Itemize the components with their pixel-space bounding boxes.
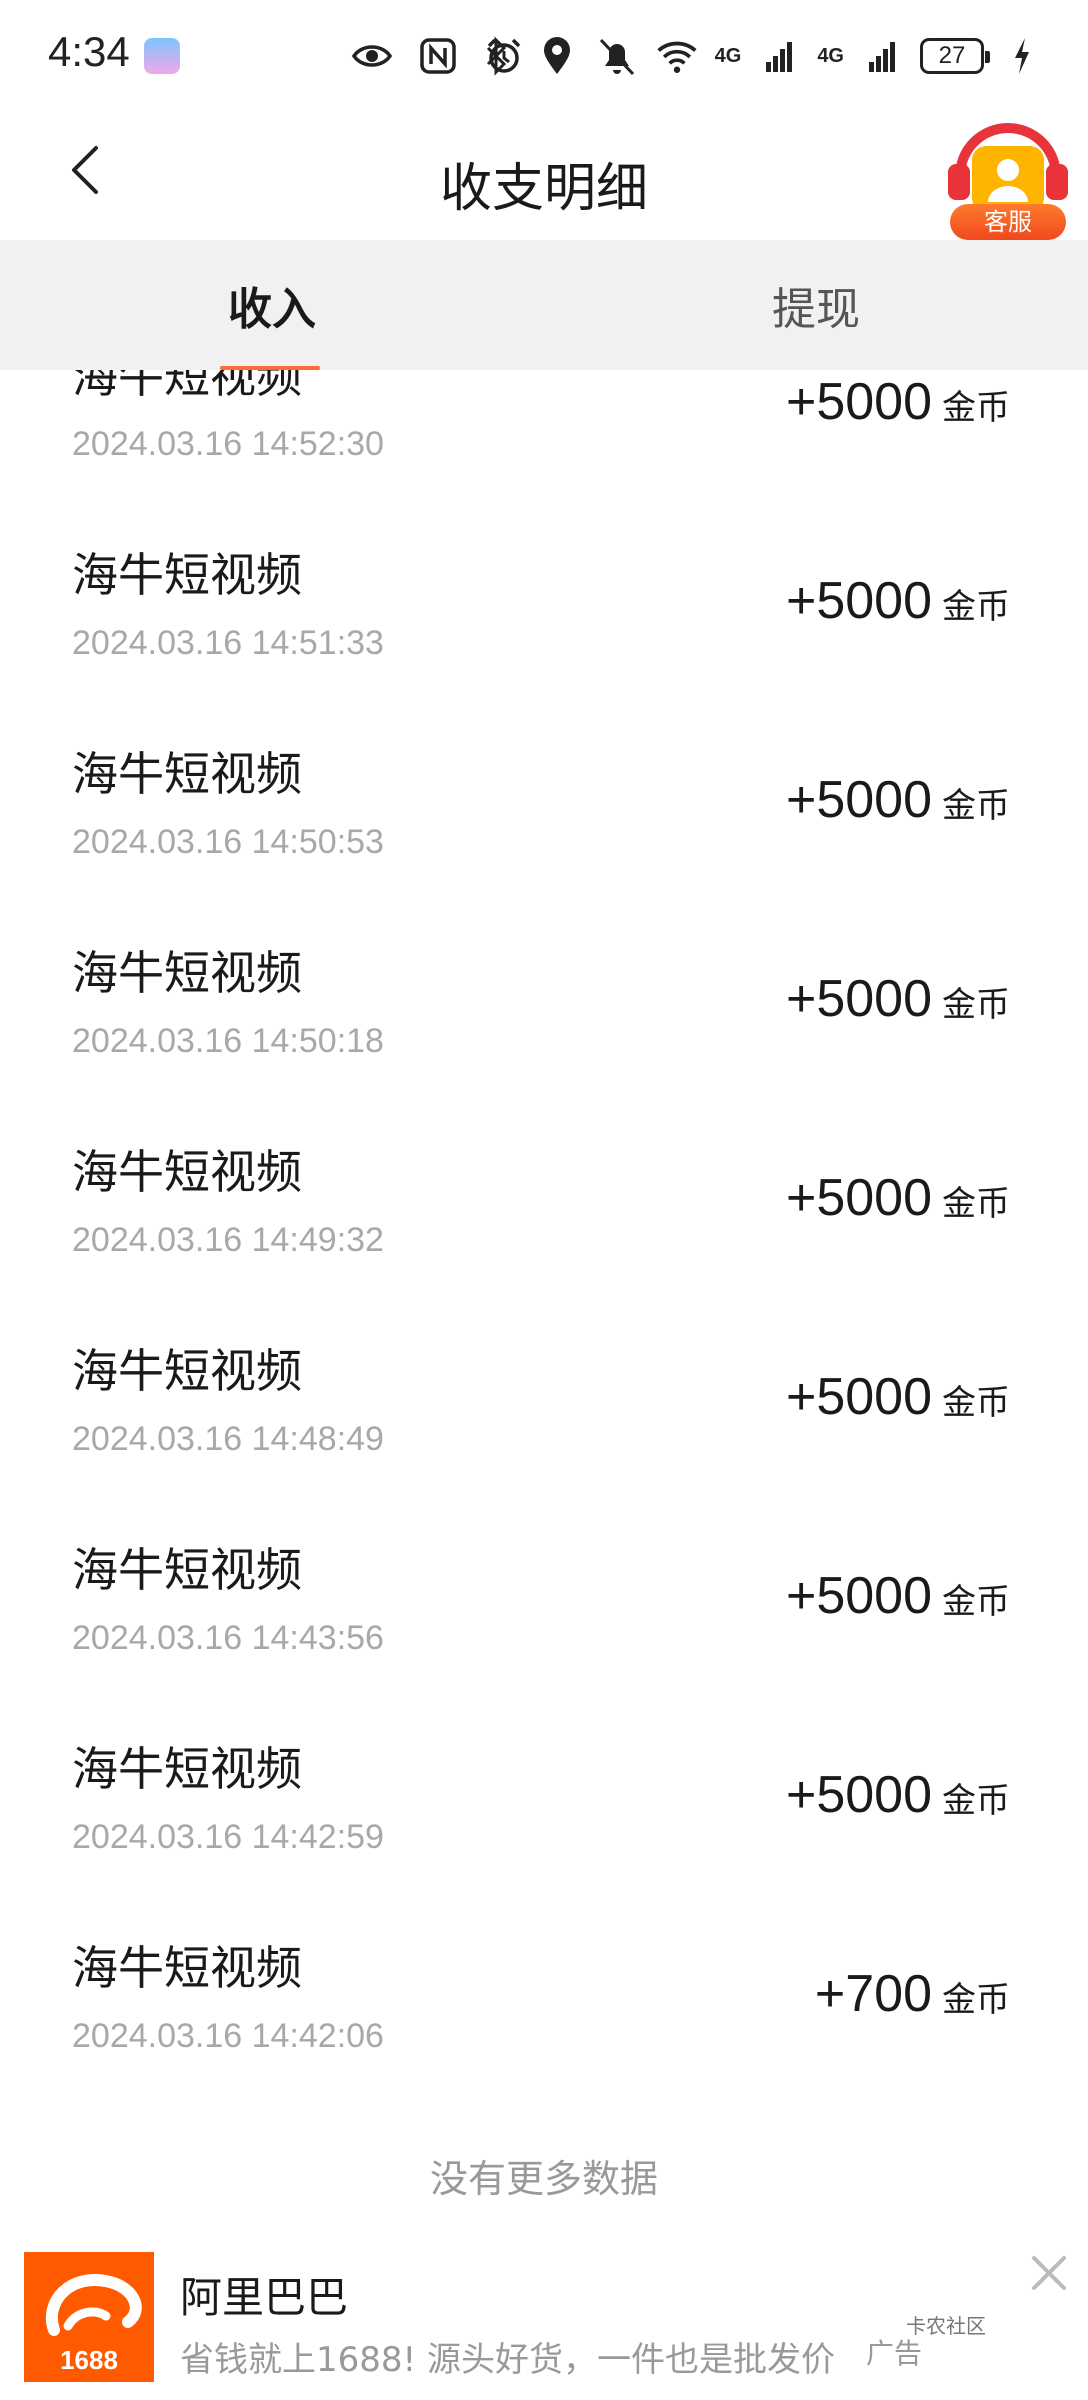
location-icon	[535, 34, 579, 78]
income-record-list[interactable]: 海牛短视频 2024.03.16 14:52:30 +5000 金币 海牛短视频 2024…	[0, 370, 1088, 2160]
income-record-row: 海牛短视频 2024.03.16 14:51:33 +5000 金币	[0, 499, 1088, 698]
record-date: 2024.03.16 14:49:32	[72, 1221, 384, 1259]
record-source: 海牛短视频	[72, 1145, 302, 1199]
record-amount-value: +5000	[785, 970, 932, 1028]
customer-service-label: 客服	[950, 204, 1066, 240]
record-source: 海牛短视频	[72, 370, 302, 403]
bell-mute-icon	[595, 34, 639, 78]
record-date: 2024.03.16 14:50:18	[72, 1022, 384, 1060]
record-amount-value: +5000	[785, 771, 932, 829]
signal-icon	[860, 34, 904, 78]
record-amount-unit: 金币	[942, 1383, 1010, 1423]
record-amount-unit: 金币	[942, 1582, 1010, 1622]
record-amount: +5000 金币	[786, 1765, 1010, 1825]
record-amount-unit: 金币	[942, 985, 1010, 1025]
record-source: 海牛短视频	[72, 946, 302, 1000]
income-record-row: 海牛短视频 2024.03.16 14:42:59 +5000 金币	[0, 1693, 1088, 1892]
record-amount: +5000 金币	[786, 1168, 1010, 1228]
ad-close-button[interactable]	[1024, 2248, 1074, 2298]
tab-withdraw[interactable]: 提现	[544, 240, 1088, 370]
record-source: 海牛短视频	[72, 1941, 302, 1995]
network-2-label: 4G	[817, 44, 844, 67]
record-amount-value: +5000	[785, 1368, 932, 1426]
record-amount-value: +5000	[785, 1169, 932, 1227]
record-amount-unit: 金币	[942, 1980, 1010, 2020]
network-1-label: 4G	[714, 44, 742, 67]
weather-app-icon	[144, 38, 180, 74]
tab-income[interactable]: 收入	[0, 240, 544, 370]
income-record-row: 海牛短视频 2024.03.16 14:49:32 +5000 金币	[0, 1096, 1088, 1295]
record-amount: +5000 金币	[786, 1367, 1010, 1427]
record-amount-unit: 金币	[942, 1184, 1010, 1224]
tab-bar: 收入 提现	[0, 240, 1088, 370]
battery-indicator: 27	[920, 38, 990, 74]
income-record-row: 海牛短视频 2024.03.16 14:43:56 +5000 金币	[0, 1494, 1088, 1693]
eye-icon	[350, 34, 394, 78]
page-title: 收支明细	[439, 159, 648, 219]
record-amount-unit: 金币	[942, 786, 1010, 826]
status-time: 4:34	[48, 28, 130, 75]
close-icon	[1032, 2256, 1066, 2290]
ad-logo: 1688	[24, 2252, 154, 2382]
record-date: 2024.03.16 14:43:56	[72, 1619, 384, 1657]
record-amount-unit: 金币	[942, 1781, 1010, 1821]
no-more-data-label: 没有更多数据	[429, 2157, 658, 2201]
record-date: 2024.03.16 14:48:49	[72, 1420, 384, 1458]
record-date: 2024.03.16 14:50:53	[72, 823, 384, 861]
record-amount: +5000 金币	[786, 1566, 1010, 1626]
app-header: 收支明细 客服	[0, 110, 1088, 240]
record-amount: +5000 金币	[786, 372, 1010, 432]
signal-icon	[757, 34, 801, 78]
income-record-row: 海牛短视频 2024.03.16 14:50:53 +5000 金币	[0, 698, 1088, 897]
charging-icon	[1000, 34, 1044, 78]
bluetooth-icon	[475, 34, 519, 78]
record-date: 2024.03.16 14:51:33	[72, 624, 384, 662]
record-amount-unit: 金币	[942, 587, 1010, 627]
record-amount-value: +5000	[785, 572, 932, 630]
income-record-row: 海牛短视频 2024.03.16 14:52:30 +5000 金币	[0, 370, 1088, 499]
ad-banner[interactable]: 1688 阿里巴巴 省钱就上1688! 源头好货，一件也是批发价 广告 卡农社区	[0, 2230, 1088, 2400]
record-amount-unit: 金币	[942, 388, 1010, 428]
record-amount: +5000 金币	[786, 969, 1010, 1029]
customer-service-button[interactable]: 客服	[938, 110, 1078, 250]
record-amount-value: +5000	[785, 373, 932, 431]
income-record-row: 海牛短视频 2024.03.16 14:48:49 +5000 金币	[0, 1295, 1088, 1494]
record-amount-value: +700	[814, 1965, 932, 2023]
record-date: 2024.03.16 14:42:59	[72, 1818, 384, 1856]
record-amount-value: +5000	[785, 1766, 932, 1824]
income-record-row: 海牛短视频 2024.03.16 14:42:06 +700 金币	[0, 1892, 1088, 2091]
ad-title: 阿里巴巴	[180, 2273, 349, 2322]
ad-description: 省钱就上1688! 源头好货，一件也是批发价	[180, 2340, 835, 2380]
record-date: 2024.03.16 14:52:30	[72, 425, 384, 463]
ad-logo-text: 1688	[60, 2345, 118, 2375]
status-bar: 4:34 4G 4G 27	[0, 0, 1088, 110]
income-record-row: 海牛短视频 2024.03.16 14:50:18 +5000 金币	[0, 897, 1088, 1096]
record-amount: +5000 金币	[786, 571, 1010, 631]
record-amount: +700 金币	[815, 1964, 1010, 2024]
record-source: 海牛短视频	[72, 747, 302, 801]
record-source: 海牛短视频	[72, 1344, 302, 1398]
wifi-icon	[655, 34, 699, 78]
status-right-icons: 4G 4G 27	[475, 34, 1044, 78]
record-source: 海牛短视频	[72, 1543, 302, 1597]
record-source: 海牛短视频	[72, 1742, 302, 1796]
watermark-label: 卡农社区	[906, 2314, 986, 2338]
record-amount-value: +5000	[785, 1567, 932, 1625]
record-source: 海牛短视频	[72, 548, 302, 602]
nfc-icon	[416, 34, 460, 78]
record-date: 2024.03.16 14:42:06	[72, 2017, 384, 2055]
record-amount: +5000 金币	[786, 770, 1010, 830]
